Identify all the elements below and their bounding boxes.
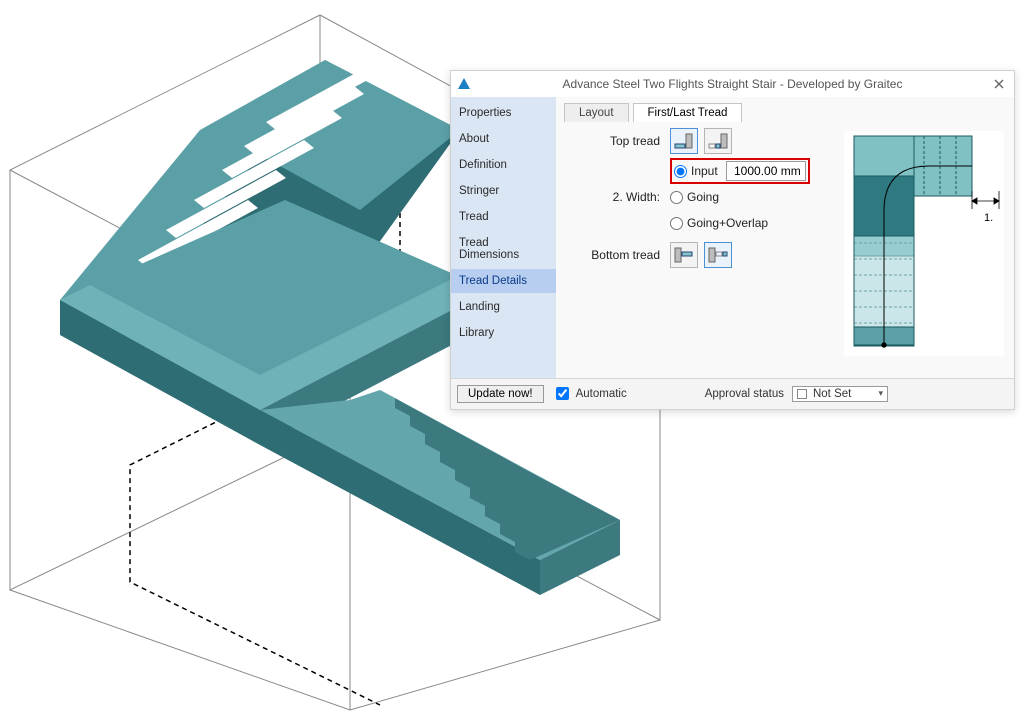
close-icon[interactable] — [988, 75, 1010, 93]
input-highlight: Input — [670, 158, 810, 184]
sidebar-item-definition[interactable]: Definition — [451, 153, 556, 177]
dialog-title: Advance Steel Two Flights Straight Stair… — [477, 77, 988, 91]
chevron-down-icon: ▾ — [878, 388, 883, 399]
approval-swatch-icon — [797, 389, 807, 399]
dialog-main: Layout First/Last Tread Top tread — [556, 97, 1014, 378]
tab-first-last-tread[interactable]: First/Last Tread — [633, 103, 743, 122]
approval-status-value: Not Set — [813, 388, 851, 400]
label-top-tread: Top tread — [564, 134, 664, 148]
radio-going-overlap[interactable] — [670, 217, 683, 230]
app-icon — [457, 77, 471, 91]
sidebar-item-tread[interactable]: Tread — [451, 205, 556, 229]
sidebar-item-tread-dimensions[interactable]: Tread Dimensions — [451, 231, 556, 267]
radio-going-wrap: Going — [670, 190, 719, 204]
label-width: 2. Width: — [564, 190, 664, 204]
radio-input-label: Input — [691, 164, 718, 178]
automatic-label: Automatic — [576, 388, 627, 400]
approval-status-dropdown[interactable]: Not Set ▾ — [792, 386, 888, 402]
automatic-wrap: Automatic — [552, 384, 627, 403]
sidebar-item-tread-details[interactable]: Tread Details — [451, 269, 556, 293]
dialog-body: Properties About Definition Stringer Tre… — [451, 97, 1014, 378]
radio-going-overlap-wrap: Going+Overlap — [670, 216, 768, 230]
update-now-button[interactable]: Update now! — [457, 385, 544, 403]
label-bottom-tread: Bottom tread — [564, 248, 664, 262]
radio-input[interactable] — [674, 165, 687, 178]
bottom-tread-option-2[interactable] — [704, 242, 732, 268]
stair-dialog: Advance Steel Two Flights Straight Stair… — [450, 70, 1015, 410]
dialog-titlebar: Advance Steel Two Flights Straight Stair… — [451, 71, 1014, 97]
radio-going[interactable] — [670, 191, 683, 204]
tab-layout[interactable]: Layout — [564, 103, 629, 122]
radio-going-overlap-label: Going+Overlap — [687, 216, 768, 230]
approval-status-label: Approval status — [705, 388, 784, 400]
width-input-field[interactable] — [726, 161, 806, 181]
sidebar-item-about[interactable]: About — [451, 127, 556, 151]
sidebar-item-landing[interactable]: Landing — [451, 295, 556, 319]
stair-plan-diagram: 1. — [844, 131, 1004, 356]
top-tread-option-1[interactable] — [670, 128, 698, 154]
automatic-checkbox[interactable] — [556, 387, 569, 400]
sidebar-item-stringer[interactable]: Stringer — [451, 179, 556, 203]
radio-input-wrap: Input — [674, 164, 718, 178]
top-tread-option-2[interactable] — [704, 128, 732, 154]
sidebar-item-library[interactable]: Library — [451, 321, 556, 345]
bottom-tread-option-1[interactable] — [670, 242, 698, 268]
sidebar-item-properties[interactable]: Properties — [451, 101, 556, 125]
diagram-dim-label: 1. — [984, 212, 993, 224]
radio-going-label: Going — [687, 190, 719, 204]
sidebar-nav: Properties About Definition Stringer Tre… — [451, 97, 556, 378]
dialog-bottom-bar: Update now! Automatic Approval status No… — [451, 378, 1014, 409]
tabs: Layout First/Last Tread — [564, 103, 1006, 122]
